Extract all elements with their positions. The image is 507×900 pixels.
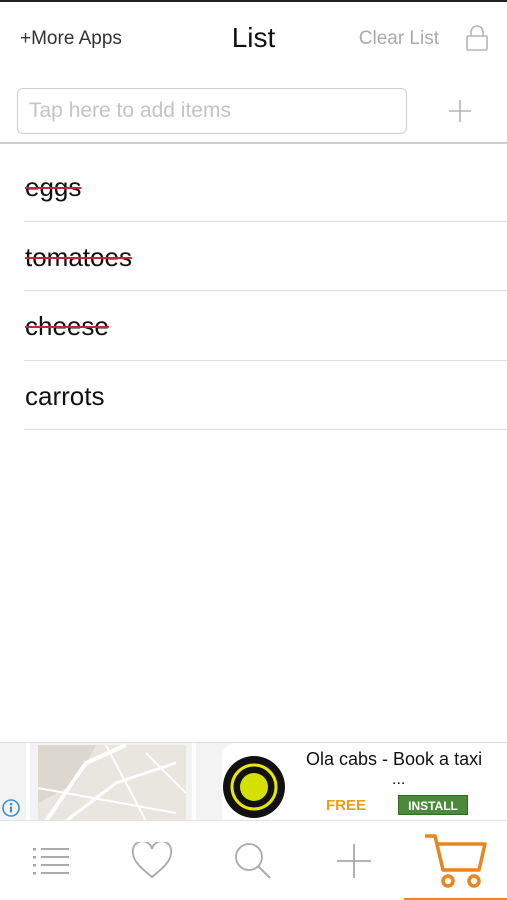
- divider: [0, 142, 507, 144]
- install-button[interactable]: INSTALL: [398, 795, 468, 815]
- list-item-label: cheese: [25, 311, 109, 341]
- list-item-label: eggs: [25, 172, 82, 202]
- add-item-row: [0, 88, 507, 144]
- list-item-label: tomatoes: [25, 241, 132, 272]
- bottom-tab-bar: [0, 820, 507, 900]
- shopping-list: eggs tomatoes cheese carrots: [24, 152, 507, 430]
- tab-list[interactable]: [0, 821, 101, 900]
- ad-title: Ola cabs - Book a taxi: [306, 749, 483, 769]
- ad-map-image: [26, 743, 196, 820]
- add-item-input[interactable]: [17, 88, 407, 134]
- list-item[interactable]: eggs: [24, 152, 507, 222]
- tab-cart[interactable]: [404, 821, 507, 900]
- list-item-label: carrots: [25, 380, 105, 411]
- top-navigation-bar: +More Apps List Clear List: [0, 0, 507, 78]
- clear-list-button[interactable]: Clear List: [359, 28, 439, 50]
- ola-logo-icon: [222, 755, 286, 819]
- list-item[interactable]: cheese: [24, 291, 507, 361]
- lock-icon[interactable]: [465, 24, 489, 52]
- plus-icon: [336, 844, 371, 878]
- list-item[interactable]: carrots: [24, 361, 507, 430]
- info-icon[interactable]: [2, 799, 20, 817]
- tab-search[interactable]: [202, 821, 303, 900]
- tab-favorites[interactable]: [101, 821, 202, 900]
- cart-icon: [424, 834, 487, 888]
- ad-ellipsis: ...: [392, 771, 406, 788]
- plus-icon[interactable]: [443, 94, 477, 128]
- heart-icon: [131, 842, 172, 879]
- list-icon: [32, 848, 69, 875]
- ad-banner[interactable]: Ola cabs - Book a taxi ... FREE INSTALL: [0, 742, 507, 820]
- list-item[interactable]: tomatoes: [24, 222, 507, 291]
- more-apps-button[interactable]: +More Apps: [20, 28, 122, 50]
- search-icon: [234, 843, 271, 879]
- tab-add[interactable]: [303, 821, 404, 900]
- ad-app-card[interactable]: Ola cabs - Book a taxi ... FREE INSTALL: [222, 743, 507, 820]
- ad-price: FREE: [326, 797, 367, 814]
